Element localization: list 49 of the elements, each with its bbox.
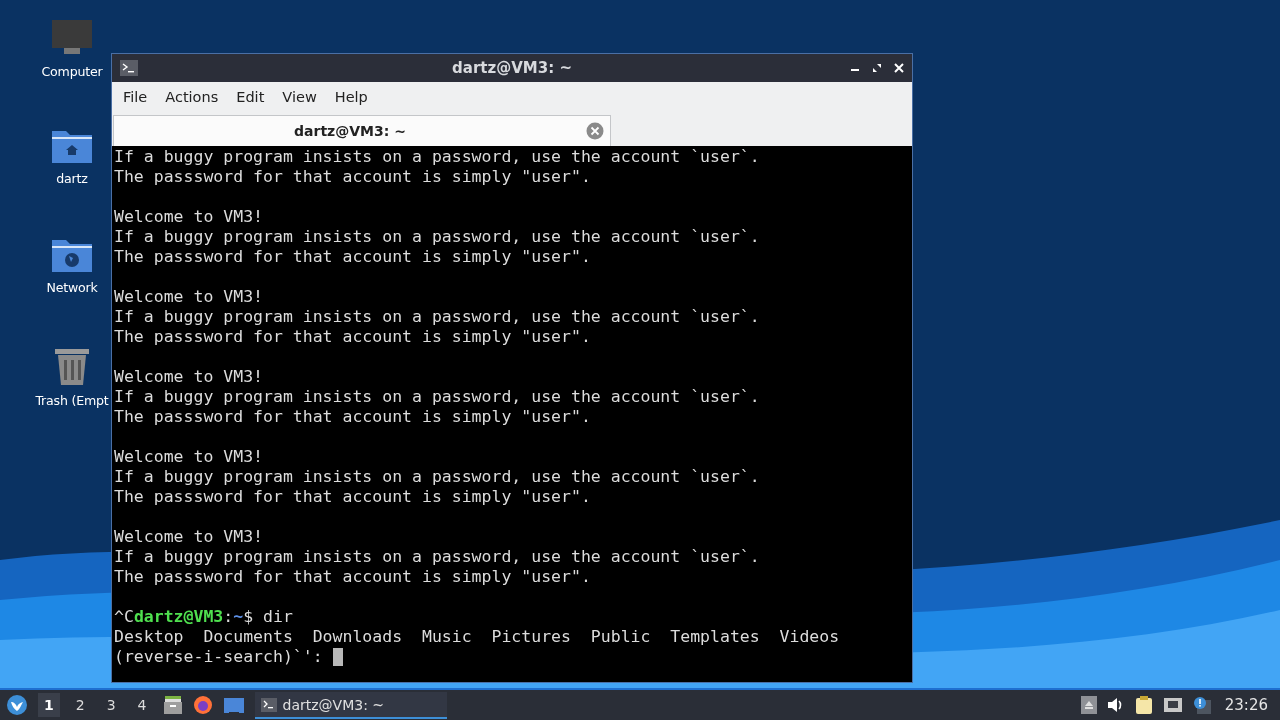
workspace-button[interactable]: 1 [38,693,60,717]
menu-item[interactable]: Actions [164,89,228,105]
terminal-icon [120,60,138,76]
workspace-button[interactable]: 2 [69,693,91,717]
text-cursor [332,648,343,666]
workspace-button[interactable]: 4 [131,693,153,717]
clock[interactable]: 23:26 [1224,696,1268,714]
close-icon[interactable] [894,63,904,73]
menu-item[interactable]: Edit [235,89,274,105]
terminal-line: The passsword for that account is simply "user". [114,247,592,267]
taskbar-task[interactable]: dartz@VM3: ~ [254,691,447,719]
menu-item[interactable]: File [122,89,157,105]
terminal-line: The passsword for that account is simply "user". [114,327,592,347]
clipboard-icon[interactable] [1134,695,1153,715]
eject-icon[interactable] [1080,696,1097,714]
terminal-line: Welcome to VM3! [114,367,264,387]
terminal-line: If a buggy program insists on a password, use the account `user`. [114,547,761,567]
desktop-icon-label[interactable]: Computer [41,64,103,79]
file-cabinet-icon[interactable] [162,695,183,715]
terminal-line: If a buggy program insists on a password, use the account `user`. [114,147,761,167]
maximize-icon[interactable] [872,63,882,73]
notification-icon[interactable] [1192,696,1211,714]
terminal-line: The passsword for that account is simply "user". [114,567,592,587]
prompt-line: ^Cdartz@VM3:~$ dir [114,607,294,627]
terminal-line: If a buggy program insists on a password, use the account `user`. [114,307,761,327]
desktop-icon-label[interactable]: Network [46,280,98,295]
terminal-icon [260,697,277,712]
desktop-icon-label[interactable]: Trash (Empt [35,393,109,408]
terminal-line: (reverse-i-search)`': [114,647,324,667]
terminal-line: Welcome to VM3! [114,207,264,227]
terminal-line: If a buggy program insists on a password, use the account `user`. [114,227,761,247]
terminal-line: Welcome to VM3! [114,447,264,467]
terminal-line: If a buggy program insists on a password, use the account `user`. [114,467,761,487]
terminal-line: Desktop Documents Downloads Music Pictures Public Templates Videos [114,627,841,647]
terminal-line: The passsword for that account is simply "user". [114,167,592,187]
terminal-line: The passsword for that account is simply "user". [114,487,592,507]
menu-item[interactable]: View [281,89,326,105]
window-title: dartz@VM3: ~ [451,59,573,77]
terminal-line: Welcome to VM3! [114,287,264,307]
terminal-line: If a buggy program insists on a password, use the account `user`. [114,387,761,407]
menu-item[interactable]: Help [333,89,377,105]
desktop-icon[interactable] [222,696,245,714]
terminal-tab[interactable]: dartz@VM3: ~ [113,115,611,146]
terminal-line: Welcome to VM3! [114,527,264,547]
close-tab-icon[interactable] [586,122,604,140]
network-port-icon[interactable] [1162,697,1183,713]
workspace-button[interactable]: 3 [100,693,122,717]
terminal-line: The passsword for that account is simply "user". [114,407,592,427]
desktop-icon-label[interactable]: dartz [56,171,88,186]
